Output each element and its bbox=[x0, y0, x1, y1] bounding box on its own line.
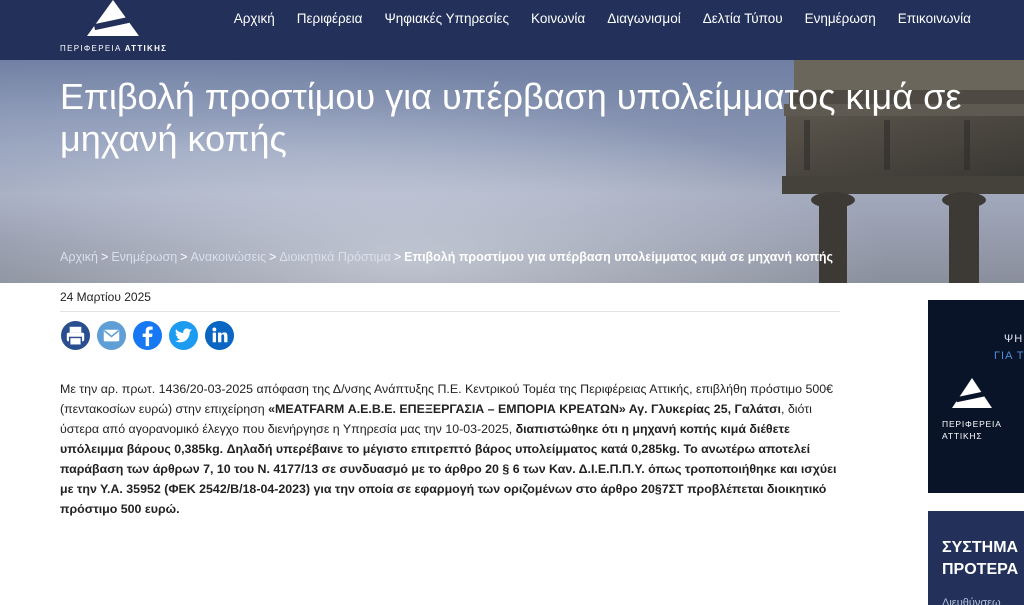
banner-logo-text: ΠΕΡΙΦΕΡΕΙΑ ΑΤΤΙΚΗΣ bbox=[942, 418, 1002, 442]
nav-news[interactable]: Ενημέρωση bbox=[805, 11, 876, 26]
breadcrumb-announcements[interactable]: Ανακοινώσεις bbox=[190, 250, 266, 264]
twitter-icon[interactable] bbox=[168, 320, 199, 351]
breadcrumb-separator: > bbox=[101, 250, 109, 264]
digital-services-banner[interactable]: ΨΗ ΓΙΑ Τ ΠΕΡΙΦΕΡΕΙΑ ΑΤΤΙΚΗΣ bbox=[928, 300, 1024, 493]
priority-system-banner[interactable]: ΣΥΣΤΗΜΑ ΠΡΟΤΕΡΑ Διευθύνσεω bbox=[928, 511, 1024, 605]
article-body: Με την αρ. πρωτ. 1436/20-03-2025 απόφαση… bbox=[60, 379, 840, 519]
main-nav: Αρχική Περιφέρεια Ψηφιακές Υπηρεσίες Κοι… bbox=[234, 11, 971, 26]
logo-text-regular: ΠΕΡΙΦΕΡΕΙΑ bbox=[60, 44, 122, 53]
nav-contact[interactable]: Επικοινωνία bbox=[898, 11, 971, 26]
breadcrumb: Αρχική > Ενημέρωση > Ανακοινώσεις > Διοικητικά… bbox=[60, 250, 833, 264]
breadcrumb-news[interactable]: Ενημέρωση bbox=[111, 250, 177, 264]
logo-text: ΠΕΡΙΦΕΡΕΙΑ ΑΤΤΙΚΗΣ bbox=[60, 44, 167, 53]
page-title: Επιβολή προστίμου για υπέρβαση υπολείμμα… bbox=[60, 76, 962, 159]
linkedin-icon[interactable] bbox=[204, 320, 235, 351]
article-date: 24 Μαρτίου 2025 bbox=[60, 290, 151, 304]
divider bbox=[60, 311, 840, 312]
breadcrumb-current: Επιβολή προστίμου για υπέρβαση υπολείμμα… bbox=[404, 250, 834, 264]
email-icon[interactable] bbox=[96, 320, 127, 351]
site-logo[interactable]: ΠΕΡΙΦΕΡΕΙΑ ΑΤΤΙΚΗΣ bbox=[60, 0, 170, 60]
banner-subtext: Διευθύνσεω bbox=[942, 597, 1001, 605]
nav-press-releases[interactable]: Δελτία Τύπου bbox=[703, 11, 783, 26]
nav-home[interactable]: Αρχική bbox=[234, 11, 275, 26]
nav-tenders[interactable]: Διαγωνισμοί bbox=[607, 11, 680, 26]
breadcrumb-administrative-fines[interactable]: Διοικητικά Πρόστιμα bbox=[279, 250, 391, 264]
banner-logo-line: ΑΤΤΙΚΗΣ bbox=[942, 431, 983, 441]
banner-heading-line: ΠΡΟΤΕΡΑ bbox=[942, 561, 1019, 578]
hero-banner: Επιβολή προστίμου για υπέρβαση υπολείμμα… bbox=[0, 60, 1024, 283]
banner-subheading: ΓΙΑ Τ bbox=[994, 350, 1024, 362]
breadcrumb-home[interactable]: Αρχική bbox=[60, 250, 98, 264]
nav-society[interactable]: Κοινωνία bbox=[531, 11, 585, 26]
nav-digital-services[interactable]: Ψηφιακές Υπηρεσίες bbox=[385, 11, 510, 26]
facebook-icon[interactable] bbox=[132, 320, 163, 351]
breadcrumb-separator: > bbox=[393, 250, 402, 264]
banner-heading: ΨΗ bbox=[1004, 333, 1024, 345]
banner-logo-line: ΠΕΡΙΦΕΡΕΙΑ bbox=[942, 419, 1002, 429]
nav-region[interactable]: Περιφέρεια bbox=[297, 11, 363, 26]
share-buttons bbox=[60, 320, 235, 351]
breadcrumb-separator: > bbox=[269, 250, 277, 264]
banner-heading: ΣΥΣΤΗΜΑ ΠΡΟΤΕΡΑ bbox=[942, 537, 1018, 581]
site-header: ΠΕΡΙΦΕΡΕΙΑ ΑΤΤΙΚΗΣ Αρχική Περιφέρεια Ψηφ… bbox=[0, 0, 1024, 60]
article-text-bold: «MEATFARM Α.Ε.Β.Ε. ΕΠΕΞΕΡΓΑΣΙΑ – ΕΜΠΟΡΙΑ… bbox=[268, 402, 781, 416]
logo-text-bold: ΑΤΤΙΚΗΣ bbox=[124, 44, 168, 53]
print-icon[interactable] bbox=[60, 320, 91, 351]
breadcrumb-separator: > bbox=[180, 250, 188, 264]
banner-heading-line: ΣΥΣΤΗΜΑ bbox=[942, 539, 1019, 556]
article-text-bold: διαπιστώθηκε ότι η μηχανή κοπής κιμά διέ… bbox=[60, 422, 837, 516]
